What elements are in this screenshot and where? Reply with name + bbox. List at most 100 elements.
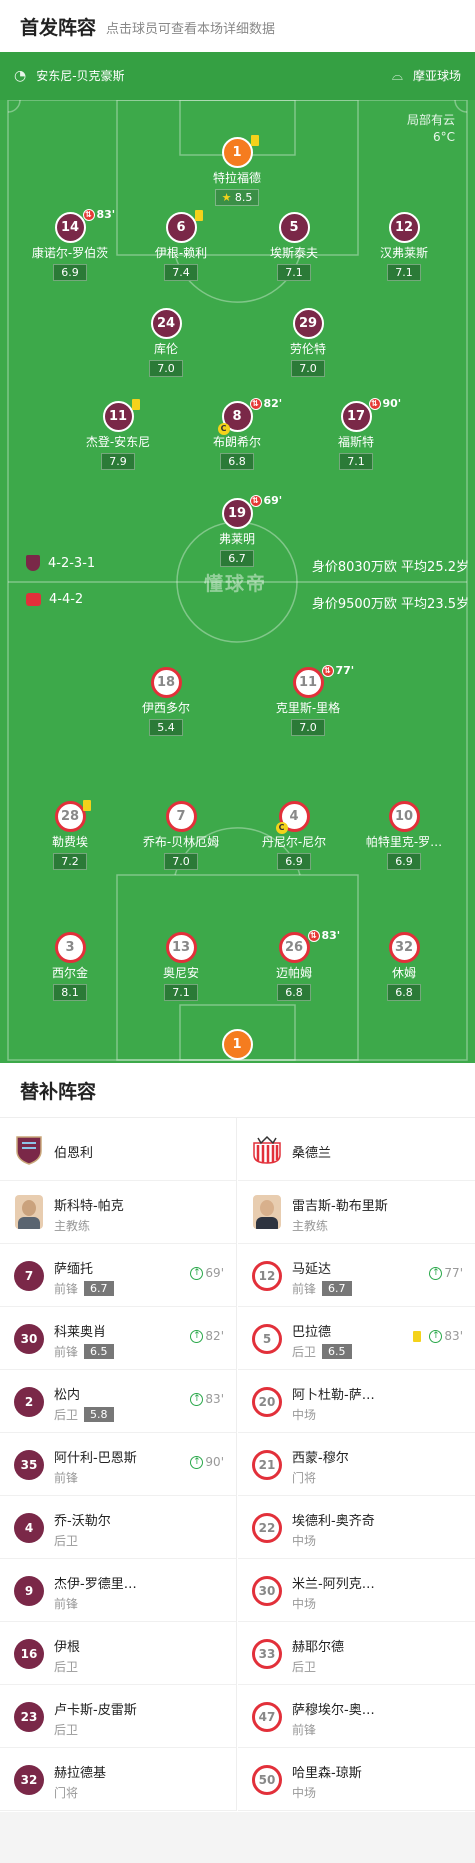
bench-player-position: 后卫: [292, 1658, 316, 1675]
sunderland-badge-icon: [26, 593, 41, 606]
home-player[interactable]: 1 特拉福德 ★ 8.5: [172, 135, 302, 206]
bench-player-position: 门将: [54, 1784, 78, 1801]
position-text: 中场: [292, 1408, 317, 1422]
bench-player-name: 埃德利-奥齐奇: [292, 1514, 375, 1529]
player-number-badge: 5: [278, 212, 310, 243]
home-coach-row[interactable]: 斯科特-帕克 主教练: [0, 1181, 236, 1244]
rating-value: 7.2: [61, 855, 79, 868]
position-text: 门将: [54, 1786, 79, 1800]
player-rating: 6.7: [220, 550, 254, 567]
bench-player-row[interactable]: 33 赫耶尔德 后卫: [238, 1622, 475, 1685]
bench-player-row[interactable]: 32 赫拉德基 门将: [0, 1748, 236, 1811]
home-player[interactable]: 12 汉弗莱斯 7.1: [339, 212, 469, 281]
sub-minute: 83': [205, 1392, 224, 1406]
bench-player-position: 后卫: [54, 1658, 78, 1675]
away-player[interactable]: 7 乔布-贝林厄姆 7.0: [116, 801, 246, 870]
away-coach-row[interactable]: 雷吉斯-勒布里斯 主教练: [238, 1181, 475, 1244]
bench-player-row[interactable]: 47 萨穆埃尔-奥… 前锋: [238, 1685, 475, 1748]
bench-number-badge: 20: [252, 1387, 282, 1417]
away-formation-text: 4-4-2: [49, 592, 84, 607]
home-player[interactable]: 29 劳伦特 7.0: [243, 308, 373, 377]
away-player[interactable]: 18 伊西多尔 5.4: [101, 667, 231, 736]
bench-number-badge: 35: [14, 1450, 44, 1480]
bench-player-name: 伊根: [54, 1640, 81, 1655]
substitution-in: ↑ 69': [190, 1266, 224, 1280]
bench-number-badge: 12: [252, 1261, 282, 1291]
bench-player-row[interactable]: 35 阿什利-巴恩斯 前锋 ↑ 90': [0, 1433, 236, 1496]
position-text: 后卫: [54, 1660, 79, 1674]
yellow-card-icon: [413, 1331, 421, 1342]
bench-player-row[interactable]: 2 松内 后卫 5.8 ↑ 83': [0, 1370, 236, 1433]
home-team-name: 伯恩利: [54, 1146, 94, 1161]
bench-number-badge: 22: [252, 1513, 282, 1543]
rating-value: 7.1: [285, 266, 303, 279]
player-number: 19: [227, 506, 247, 521]
bench-player-row[interactable]: 16 伊根后卫: [0, 1622, 236, 1685]
position-text: 前锋: [292, 1723, 317, 1737]
away-player[interactable]: 13 奥尼安 7.1: [116, 932, 246, 1001]
substitution-in: ↑ 77': [429, 1266, 463, 1280]
bench-number-badge: 16: [14, 1639, 44, 1669]
bench-player-name: 米兰-阿列克…: [292, 1577, 375, 1592]
bench-player-name: 赫拉德基: [54, 1766, 107, 1781]
player-number-badge: 11: [102, 399, 140, 432]
player-number: 26: [284, 940, 304, 955]
bench-player-row[interactable]: 50 哈里森-琼斯 中场: [238, 1748, 475, 1811]
player-rating: 6.8: [277, 984, 311, 1001]
position-text: 前锋: [54, 1471, 79, 1485]
coach-avatar: [253, 1195, 281, 1229]
player-rating: 8.1: [53, 984, 87, 1001]
bench-rating: 6.7: [84, 1281, 114, 1296]
away-value: 身价9500万欧 平均23.5岁: [311, 597, 469, 612]
bench-player-row[interactable]: 5 巴拉德 后卫 6.5 ↑ 83': [238, 1307, 475, 1370]
substitution-out: ⇅ 69': [249, 494, 282, 507]
home-player[interactable]: 11 杰登-安东尼 7.9: [53, 399, 183, 470]
bench-player-row[interactable]: 20 阿卜杜勒-萨… 中场: [238, 1370, 475, 1433]
captain-icon: C: [275, 822, 288, 834]
player-number: 24: [156, 316, 176, 331]
home-player[interactable]: 24 库伦 7.0: [101, 308, 231, 377]
bench-player-name: 乔-沃勒尔: [54, 1514, 111, 1529]
bench-player-row[interactable]: 7 萨缅托 前锋 6.7 ↑ 69': [0, 1244, 236, 1307]
bench-player-row[interactable]: 30 科莱奥肖 前锋 6.5 ↑ 82': [0, 1307, 236, 1370]
position-text: 前锋: [54, 1345, 79, 1359]
player-number: 29: [298, 316, 318, 331]
player-name: 帕特里克-罗…: [365, 835, 443, 849]
player-number-badge: 7: [165, 801, 197, 832]
rating-value: 7.1: [395, 266, 413, 279]
away-player[interactable]: 10 帕特里克-罗… 6.9: [339, 801, 469, 870]
away-player[interactable]: 11 ⇅ 77' 克里斯-里格 7.0: [243, 664, 373, 736]
home-player[interactable]: 17 ⇅ 90' 福斯特 7.1: [291, 397, 421, 470]
player-rating: 7.0: [149, 360, 183, 377]
away-player[interactable]: 1帕特森7.9: [172, 1029, 302, 1063]
bench-player-row[interactable]: 23 卢卡斯-皮雷斯 后卫: [0, 1685, 236, 1748]
away-formation: 4-4-2: [26, 592, 83, 607]
bench-player-row[interactable]: 30 米兰-阿列克… 中场: [238, 1559, 475, 1622]
bench-player-row[interactable]: 9 杰伊-罗德里… 前锋: [0, 1559, 236, 1622]
home-team-row[interactable]: 伯恩利: [0, 1118, 236, 1181]
sub-minute: 69': [205, 1266, 224, 1280]
bench-player-row[interactable]: 22 埃德利-奥齐奇 中场: [238, 1496, 475, 1559]
bench-player-name: 西蒙-穆尔: [292, 1451, 349, 1466]
footer-spacer: [0, 1812, 475, 1863]
player-number: 17: [346, 409, 366, 424]
player-number-badge: 18: [150, 667, 182, 698]
player-rating: 5.4: [149, 719, 183, 736]
rating-value: 7.0: [172, 855, 190, 868]
bench-player-position: 中场: [292, 1406, 316, 1423]
header-hint: 点击球员可查看本场详细数据: [106, 22, 276, 37]
bench-player-row[interactable]: 21 西蒙-穆尔 门将: [238, 1433, 475, 1496]
sub-minute: 77': [444, 1266, 463, 1280]
away-player[interactable]: 32 休姆 6.8: [339, 932, 469, 1001]
player-rating: 6.9: [387, 853, 421, 870]
home-player[interactable]: 6 伊根-赖利 7.4: [116, 210, 246, 281]
bench-player-row[interactable]: 4 乔-沃勒尔 后卫: [0, 1496, 236, 1559]
away-team-row[interactable]: 桑德兰: [238, 1118, 475, 1181]
player-rating: ★ 8.5: [214, 189, 260, 206]
home-player[interactable]: 19 ⇅ 69' 弗莱明 6.7: [172, 494, 302, 567]
rating-value: 6.8: [395, 986, 413, 999]
home-player[interactable]: 8 C ⇅ 82' 布朗希尔 6.8: [172, 397, 302, 470]
sunderland-badge-icon: [253, 1135, 281, 1164]
bench-player-row[interactable]: 12 马延达 前锋 6.7 ↑ 77': [238, 1244, 475, 1307]
position-text: 后卫: [54, 1534, 79, 1548]
